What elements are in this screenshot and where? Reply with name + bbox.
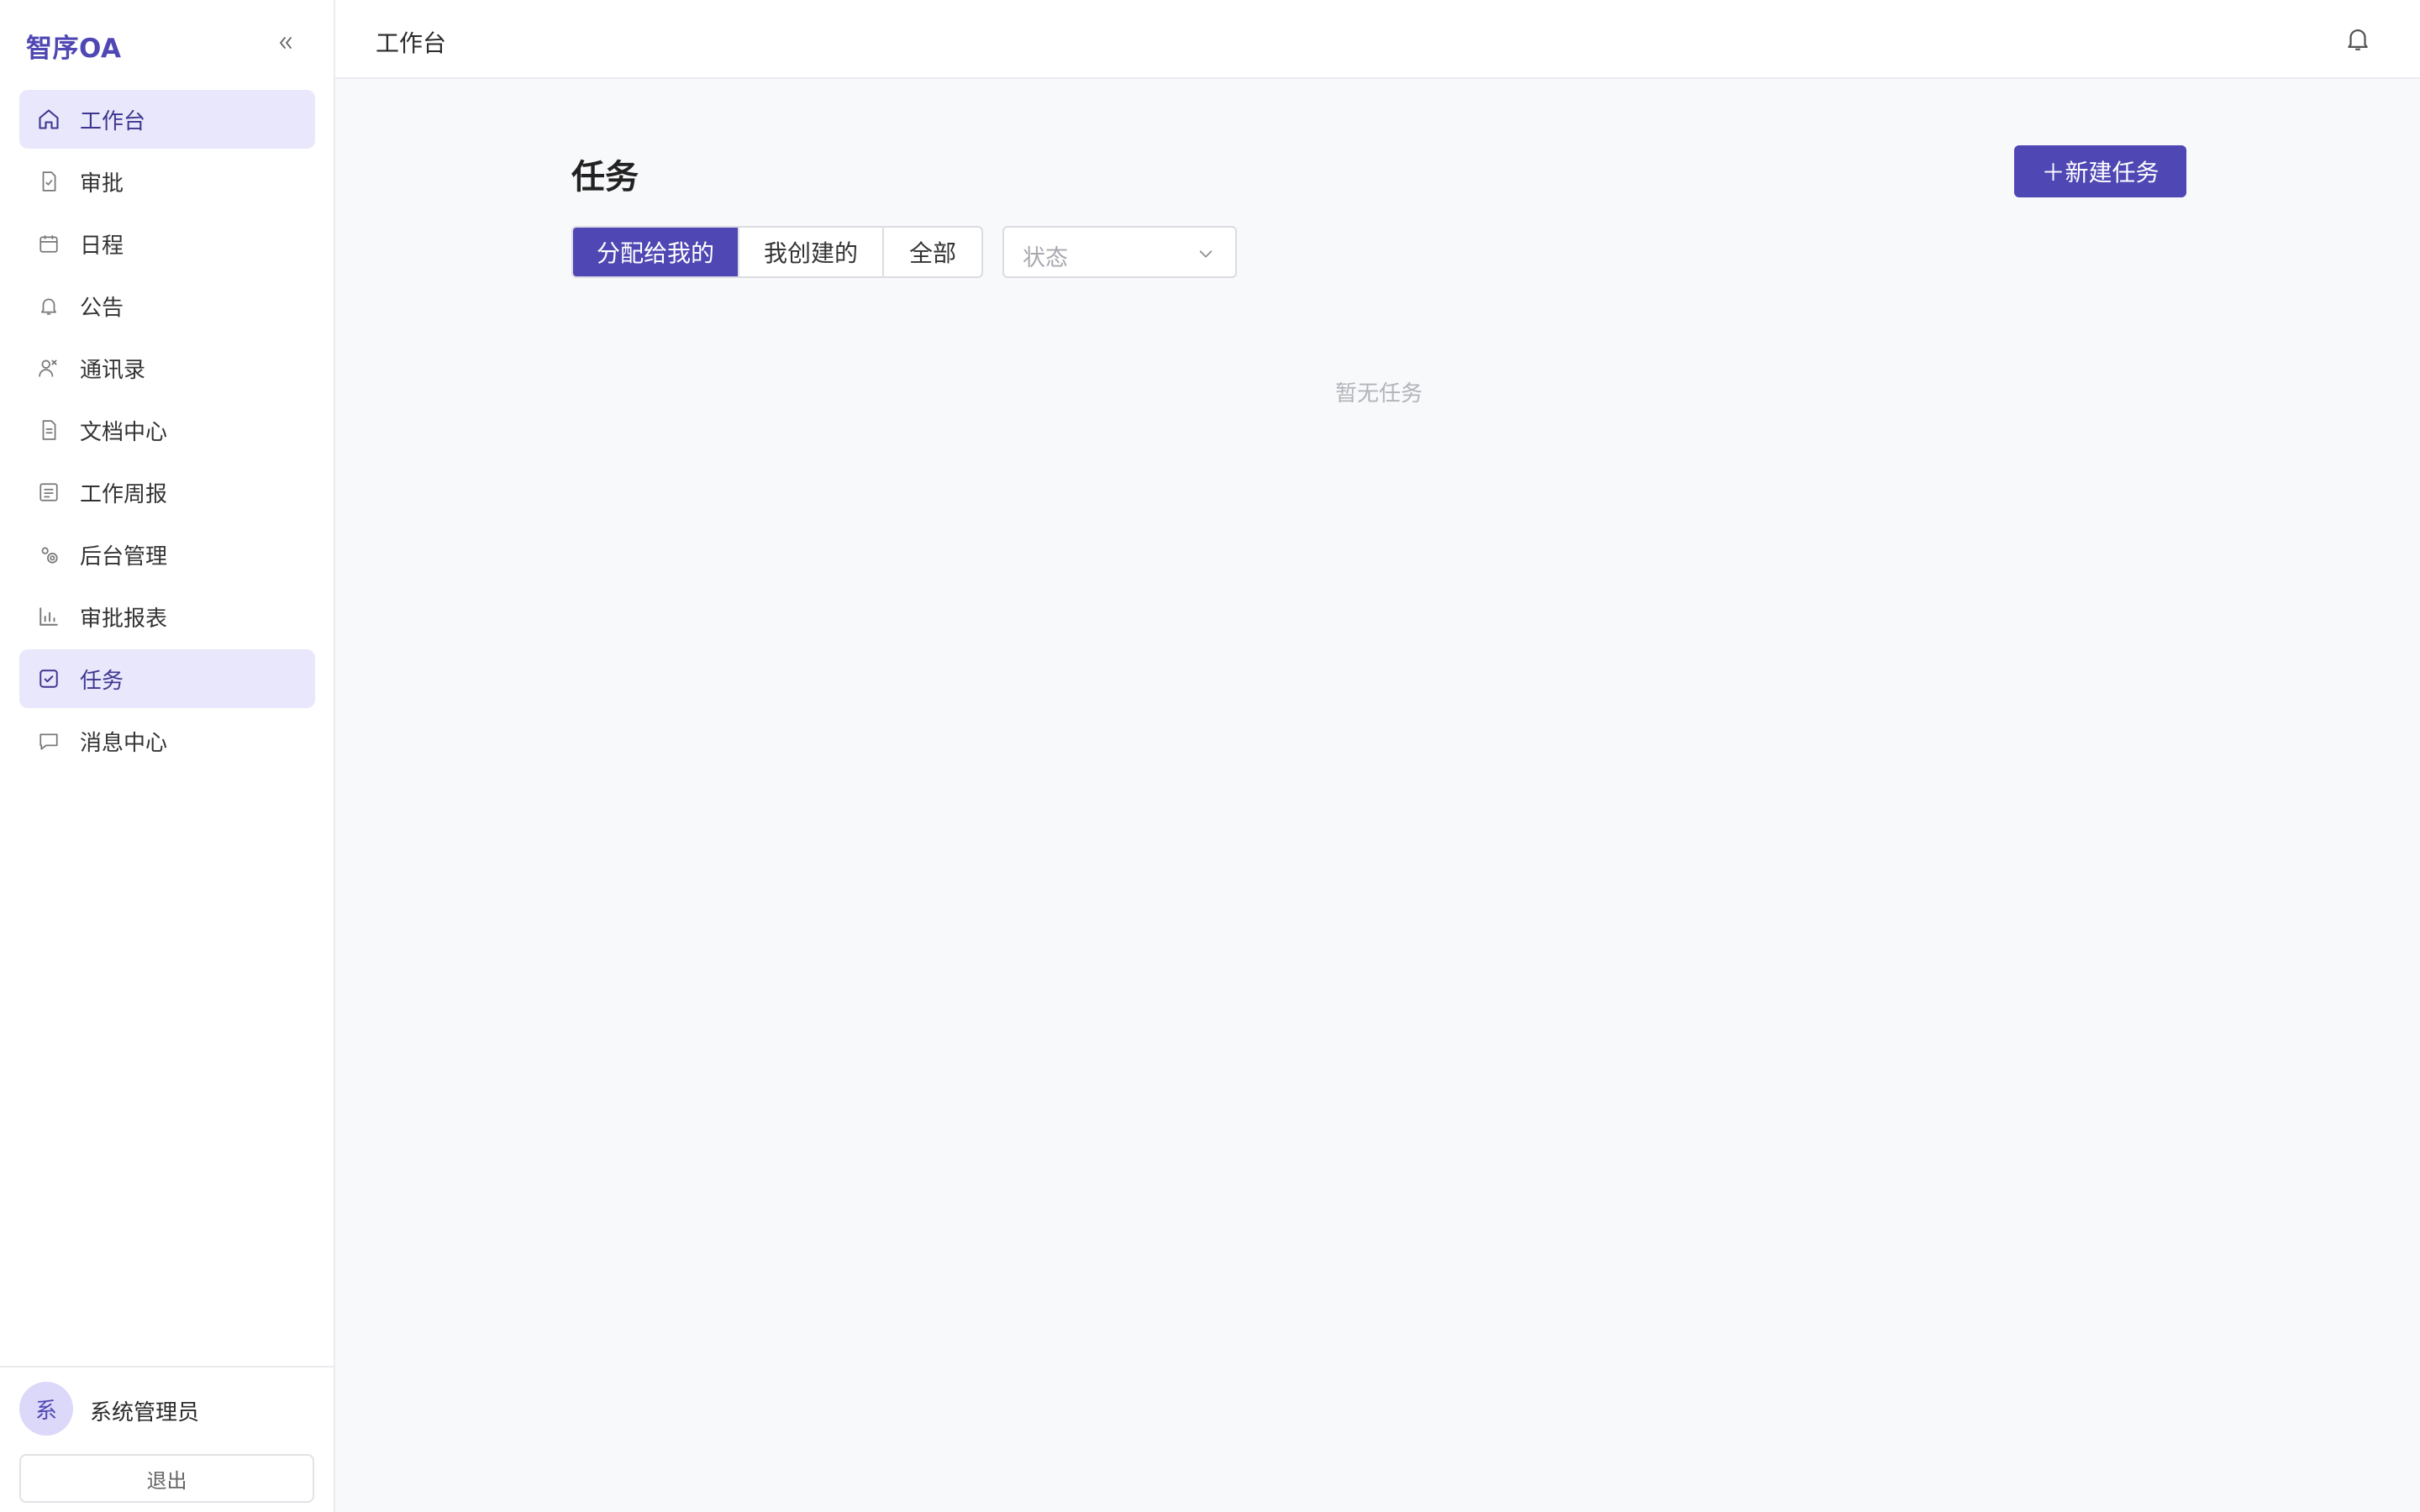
sidebar-item-workbench[interactable]: 工作台 — [19, 90, 315, 149]
bell-icon — [36, 293, 61, 318]
sidebar-item-label: 审批 — [80, 171, 124, 197]
page-title: 任务 — [571, 158, 639, 197]
list-icon — [36, 480, 61, 505]
user-name: 系统管理员 — [90, 1400, 200, 1425]
sidebar-item-label: 工作台 — [80, 108, 146, 134]
sidebar: 智序OA 工作台 审批 日程 公告 通讯录 文档中心 工作周报 后台管理 审批报… — [0, 0, 335, 1512]
header-title: 工作台 — [376, 29, 447, 57]
filter-created-by-me[interactable]: 我创建的 — [739, 228, 884, 276]
status-placeholder: 状态 — [1023, 245, 1068, 271]
sidebar-item-announcement[interactable]: 公告 — [19, 276, 315, 335]
sidebar-item-approval-report[interactable]: 审批报表 — [19, 587, 315, 646]
file-check-icon — [36, 169, 61, 194]
sidebar-item-label: 通讯录 — [80, 357, 146, 383]
calendar-icon — [36, 231, 61, 256]
top-header: 工作台 — [335, 0, 2420, 79]
main-content: 任务 ＋新建任务 分配给我的 我创建的 全部 状态 暂无任务 152 ms — [335, 81, 2420, 1512]
sidebar-footer: 系 系统管理员 退出 — [0, 1366, 334, 1512]
logout-button[interactable]: 退出 — [19, 1454, 314, 1503]
app-root: 智序OA 工作台 审批 日程 公告 通讯录 文档中心 工作周报 后台管理 审批报… — [0, 0, 2420, 1512]
sidebar-item-tasks[interactable]: 任务 — [19, 649, 315, 708]
avatar[interactable]: 系 — [19, 1382, 73, 1436]
sidebar-item-label: 消息中心 — [80, 730, 168, 756]
sidebar-item-documents[interactable]: 文档中心 — [19, 401, 315, 459]
bar-chart-icon — [36, 604, 61, 629]
document-icon — [36, 417, 61, 443]
brand-logo: 智序OA — [26, 34, 122, 64]
sidebar-item-label: 文档中心 — [80, 419, 168, 445]
sidebar-item-schedule[interactable]: 日程 — [19, 214, 315, 273]
filter-all[interactable]: 全部 — [884, 228, 981, 276]
admin-icon — [36, 542, 61, 567]
sidebar-item-admin[interactable]: 后台管理 — [19, 525, 315, 584]
collapse-sidebar-button[interactable] — [274, 29, 297, 57]
sidebar-item-messages[interactable]: 消息中心 — [19, 711, 315, 770]
sidebar-item-contacts[interactable]: 通讯录 — [19, 339, 315, 397]
home-icon — [36, 107, 61, 132]
task-filter-tabs: 分配给我的 我创建的 全部 — [571, 226, 983, 278]
filter-assigned-to-me[interactable]: 分配给我的 — [573, 228, 739, 276]
bell-icon — [2348, 29, 2368, 50]
chevrons-left-icon — [280, 37, 292, 49]
sidebar-item-label: 公告 — [80, 295, 124, 321]
sidebar-item-label: 工作周报 — [80, 481, 168, 507]
sidebar-nav: 工作台 审批 日程 公告 通讯录 文档中心 工作周报 后台管理 审批报表 任务 … — [19, 90, 315, 774]
sidebar-item-approval[interactable]: 审批 — [19, 152, 315, 211]
notifications-button[interactable] — [2341, 22, 2375, 55]
sidebar-item-label: 任务 — [80, 668, 124, 694]
sidebar-item-label: 日程 — [80, 233, 124, 259]
status-select[interactable]: 状态 — [1002, 226, 1237, 278]
chevron-down-icon — [1199, 250, 1213, 258]
contacts-icon — [36, 355, 61, 381]
empty-state-text: 暂无任务 — [1335, 381, 1423, 407]
checkbox-icon — [36, 666, 61, 691]
sidebar-item-weekly-report[interactable]: 工作周报 — [19, 463, 315, 522]
message-icon — [36, 728, 61, 753]
sidebar-item-label: 审批报表 — [80, 606, 168, 632]
sidebar-item-label: 后台管理 — [80, 543, 168, 570]
new-task-button[interactable]: ＋新建任务 — [2014, 145, 2186, 197]
